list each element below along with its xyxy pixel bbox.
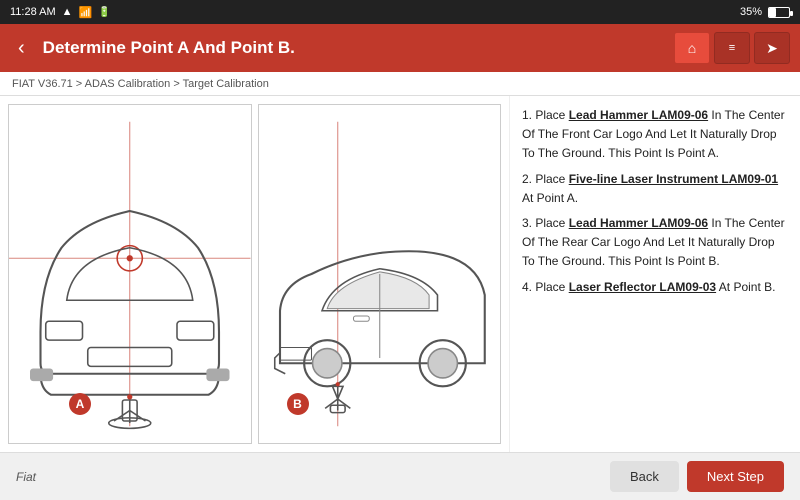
point-a-label: A [69, 393, 91, 415]
instructions-area: 1. Place Lead Hammer LAM09-06 In The Cen… [510, 96, 800, 452]
brand-label: Fiat [16, 470, 36, 484]
footer-buttons: Back Next Step [610, 461, 784, 492]
instruction-step1: 1. Place Lead Hammer LAM09-06 In The Cen… [522, 106, 788, 164]
instruction-step4: 4. Place Laser Reflector LAM09-03 At Poi… [522, 278, 788, 297]
back-button[interactable]: Back [610, 461, 679, 492]
battery-icon [768, 7, 790, 18]
main-content: A [0, 96, 800, 452]
doc-button[interactable]: ≡ [714, 32, 750, 64]
breadcrumb-text: FIAT V36.71 > ADAS Calibration > Target … [12, 78, 269, 90]
export-icon: ➤ [766, 40, 778, 57]
images-area: A [0, 96, 510, 452]
back-button[interactable]: ‹ [10, 33, 33, 64]
car-front-svg [9, 105, 251, 443]
instruction-step2: 2. Place Five-line Laser Instrument LAM0… [522, 170, 788, 208]
breadcrumb: FIAT V36.71 > ADAS Calibration > Target … [0, 72, 800, 96]
next-step-button[interactable]: Next Step [687, 461, 784, 492]
footer: Fiat Back Next Step [0, 452, 800, 500]
status-right: 35% [740, 6, 790, 18]
car-image-a: A [8, 104, 252, 444]
page-title: Determine Point A And Point B. [43, 38, 664, 58]
battery-percent: 35% [740, 6, 762, 18]
status-left: 11:28 AM ▲ 📶 🔋 [10, 6, 111, 19]
header: ‹ Determine Point A And Point B. ⌂ ≡ ➤ [0, 24, 800, 72]
instruction-step3: 3. Place Lead Hammer LAM09-06 In The Cen… [522, 214, 788, 272]
home-button[interactable]: ⌂ [674, 32, 710, 64]
time-display: 11:28 AM [10, 6, 56, 18]
doc-icon: ≡ [729, 42, 735, 54]
home-icon: ⌂ [688, 40, 696, 56]
battery-fill [769, 8, 776, 17]
status-bar: 11:28 AM ▲ 📶 🔋 35% [0, 0, 800, 24]
signal-icon: 📶 [79, 6, 93, 19]
header-icons: ⌂ ≡ ➤ [674, 32, 790, 64]
car-image-b: B [258, 104, 502, 444]
export-button[interactable]: ➤ [754, 32, 790, 64]
wifi-icon: ▲ [62, 6, 73, 18]
usb-icon: 🔋 [98, 7, 110, 18]
point-b-label: B [287, 393, 309, 415]
